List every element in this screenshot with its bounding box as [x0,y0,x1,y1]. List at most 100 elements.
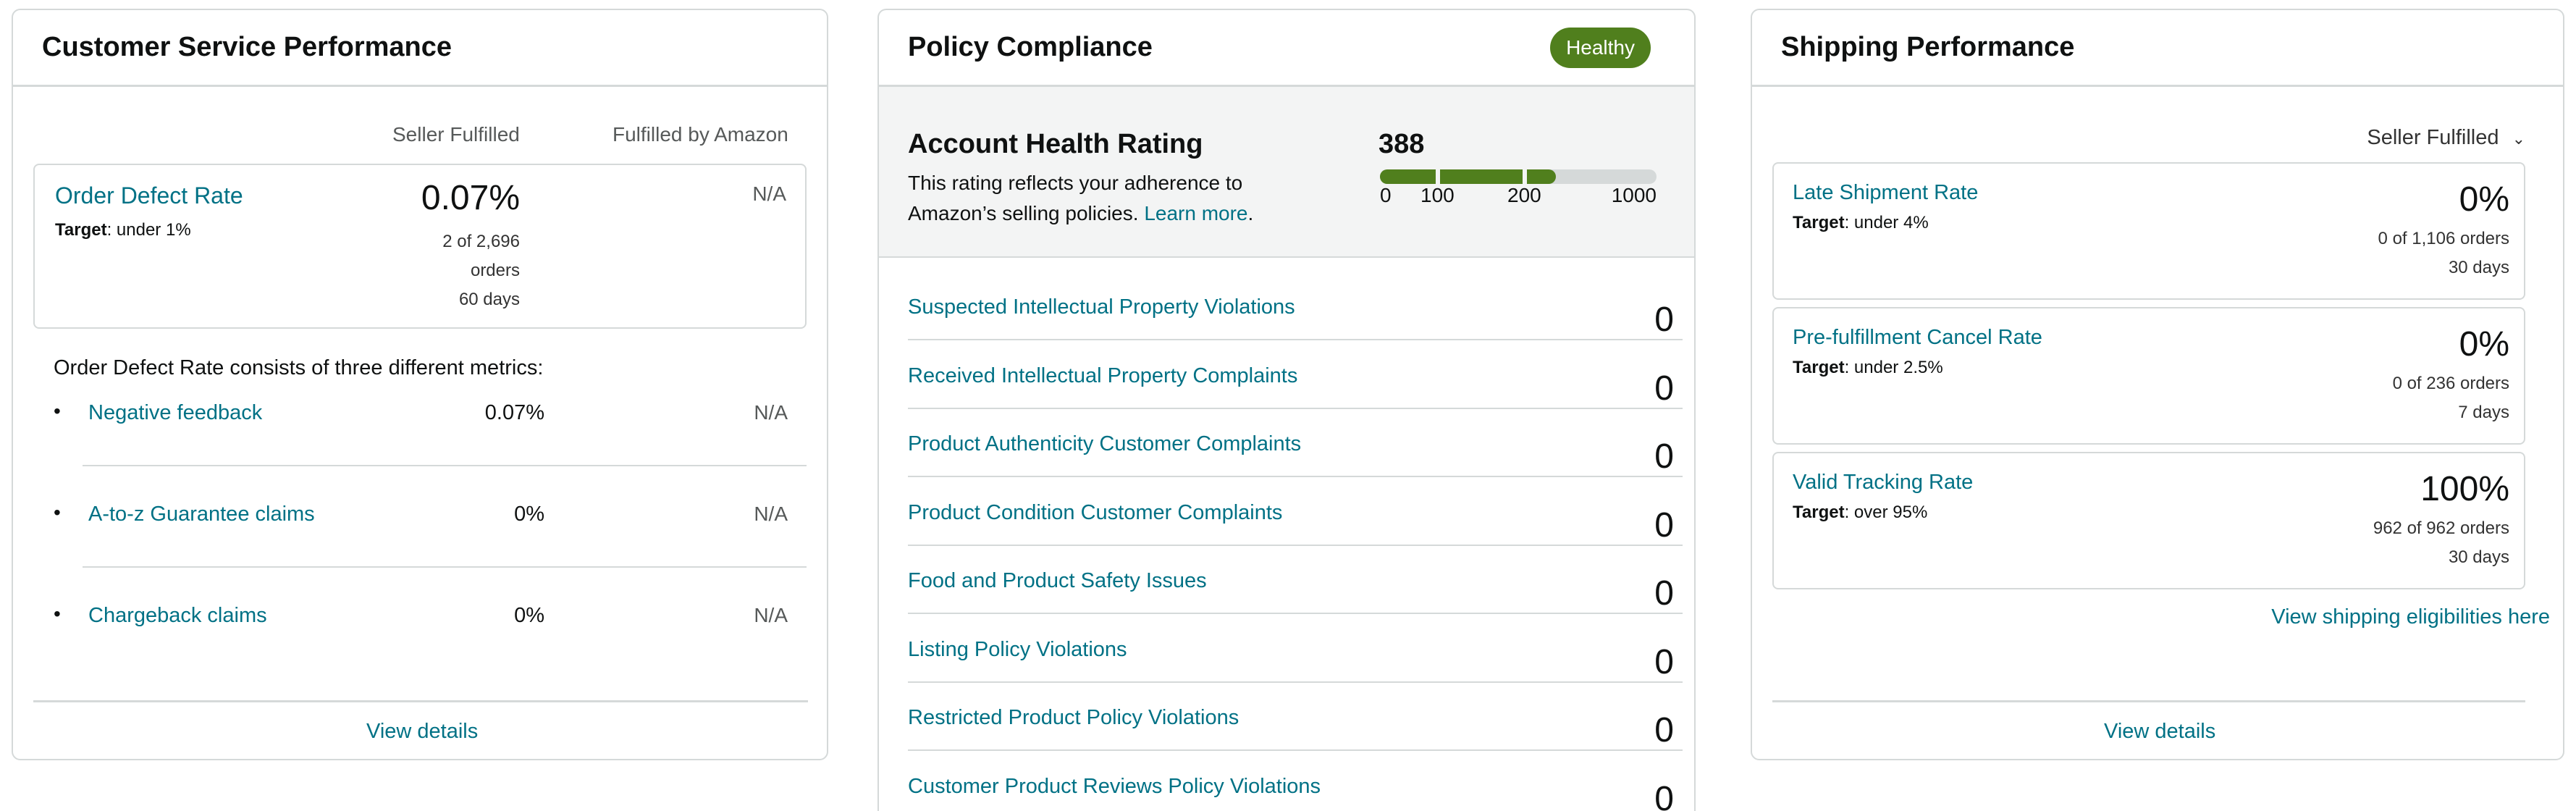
policy-row-count: 0 [1654,711,1674,749]
metric-row-chargeback: • Chargeback claims 0% N/A [54,600,807,643]
shipping-performance-card: Shipping Performance Seller Fulfilled ⌄ … [1751,9,2564,760]
policy-row: Product Authenticity Customer Complaints… [908,409,1683,477]
chargeback-claims-value: 0% [514,604,544,627]
odr-fba-value: N/A [752,182,786,205]
valid-tracking-target-value: : over 95% [1844,503,1928,522]
shipping-view-details-link[interactable]: View details [2104,720,2215,744]
chargeback-claims-link[interactable]: Chargeback claims [88,604,267,628]
ahr-tick-label: 1000 [1611,184,1657,206]
ahr-title: Account Health Rating [908,129,1203,159]
bullet-icon: • [54,501,61,524]
ahr-desc-line1: This rating reflects your adherence to [908,172,1243,194]
policy-row-count: 0 [1654,437,1674,476]
negative-feedback-value: 0.07% [484,401,544,424]
odr-consists-text: Order Defect Rate consists of three diff… [54,356,544,379]
fba-column-header: Fulfilled by Amazon [613,123,788,146]
cancel-rate-value: 0% [2459,325,2509,364]
policy-row: Received Intellectual Property Complaint… [908,341,1683,409]
late-shipment-target-label: Target [1793,213,1845,232]
odr-period: 60 days [458,290,520,309]
metric-row-negative-feedback: • Negative feedback 0.07% N/A [54,397,807,440]
ahr-bar-fill [1380,169,1436,184]
shipping-header: Shipping Performance [1752,10,2563,87]
order-defect-rate-box: Order Defect Rate Target: under 1% 0.07%… [33,164,807,329]
odr-target-value: : under 1% [106,220,191,240]
cancel-rate-count: 0 of 236 orders [2392,374,2509,393]
policy-row-count: 0 [1654,301,1674,339]
atoz-claims-fba: N/A [754,503,788,525]
learn-more-link[interactable]: Learn more [1144,202,1247,224]
account-health-rating-block: Account Health Rating This rating reflec… [879,87,1694,258]
valid-tracking-target-label: Target [1793,503,1845,522]
ahr-desc-period: . [1247,202,1254,224]
atoz-claims-value: 0% [514,503,544,526]
late-shipment-count: 0 of 1,106 orders [2378,229,2509,248]
view-shipping-eligibilities-link[interactable]: View shipping eligibilities here [2271,605,2550,629]
late-shipment-target-value: : under 4% [1844,213,1929,232]
valid-tracking-period: 30 days [2448,547,2509,567]
footer-divider [1772,700,2525,702]
cancel-rate-box: Pre-fulfillment Cancel Rate Target: unde… [1772,307,2525,445]
policy-row-link[interactable]: Product Condition Customer Complaints [908,501,1282,525]
late-shipment-link[interactable]: Late Shipment Rate [1793,181,1978,205]
late-shipment-period: 30 days [2448,258,2509,277]
policy-row-count: 0 [1654,505,1674,545]
odr-unit: orders [470,261,520,280]
ahr-scale-ticks: 0 100 200 1000 [1380,184,1657,213]
ahr-description: This rating reflects your adherence to A… [908,168,1313,229]
metric-divider [83,465,807,466]
fulfillment-dropdown-value: Seller Fulfilled [2367,126,2499,149]
policy-row: Customer Product Reviews Policy Violatio… [908,752,1683,811]
odr-value: 0.07% [421,179,520,217]
customer-service-header: Customer Service Performance [13,10,827,87]
policy-row-link[interactable]: Suspected Intellectual Property Violatio… [908,295,1295,319]
policy-row: Food and Product Safety Issues 0 [908,546,1683,614]
policy-row-link[interactable]: Product Authenticity Customer Complaints [908,432,1301,456]
policy-row: Restricted Product Policy Violations 0 [908,683,1683,751]
atoz-claims-link[interactable]: A-to-z Guarantee claims [88,503,315,526]
fulfillment-dropdown[interactable]: Seller Fulfilled ⌄ [2367,126,2525,150]
ahr-desc-line2: Amazon’s selling policies. [908,202,1139,224]
policy-row-count: 0 [1654,642,1674,681]
valid-tracking-link[interactable]: Valid Tracking Rate [1793,471,1973,495]
ahr-score: 388 [1379,129,1425,159]
negative-feedback-link[interactable]: Negative feedback [88,401,262,425]
shipping-title: Shipping Performance [1781,32,2075,62]
odr-count: 2 of 2,696 [442,232,520,251]
cancel-rate-link[interactable]: Pre-fulfillment Cancel Rate [1793,326,2042,350]
ahr-score-bar [1380,169,1657,184]
policy-compliance-card: Policy Compliance Healthy Account Health… [877,9,1696,811]
cancel-rate-target-label: Target [1793,358,1845,377]
policy-row-link[interactable]: Customer Product Reviews Policy Violatio… [908,775,1321,799]
odr-target: Target: under 1% [55,220,191,240]
bullet-icon: • [54,602,61,625]
negative-feedback-fba: N/A [754,401,788,424]
odr-target-label: Target [55,220,107,240]
footer-divider [33,700,808,702]
ahr-bar-fill [1440,169,1523,184]
late-shipment-target: Target: under 4% [1793,213,1929,233]
cancel-rate-target-value: : under 2.5% [1844,358,1943,377]
customer-service-title: Customer Service Performance [42,32,453,62]
policy-row-link[interactable]: Food and Product Safety Issues [908,569,1207,593]
order-defect-rate-link[interactable]: Order Defect Rate [55,182,243,209]
policy-row-count: 0 [1654,574,1674,613]
policy-row-link[interactable]: Received Intellectual Property Complaint… [908,364,1297,388]
policy-row-link[interactable]: Listing Policy Violations [908,638,1127,662]
customer-service-card: Customer Service Performance Seller Fulf… [12,9,828,760]
policy-row-count: 0 [1654,779,1674,811]
valid-tracking-value: 100% [2420,470,2509,508]
health-status-badge: Healthy [1550,27,1651,68]
ahr-tick-label: 200 [1507,184,1541,206]
valid-tracking-count: 962 of 962 orders [2373,518,2509,538]
policy-row-link[interactable]: Restricted Product Policy Violations [908,706,1239,730]
policy-compliance-title: Policy Compliance [908,32,1153,62]
valid-tracking-box: Valid Tracking Rate Target: over 95% 100… [1772,452,2525,589]
policy-row: Suspected Intellectual Property Violatio… [908,272,1683,340]
policy-row: Product Condition Customer Complaints 0 [908,478,1683,546]
valid-tracking-target: Target: over 95% [1793,503,1927,523]
late-shipment-box: Late Shipment Rate Target: under 4% 0% 0… [1772,162,2525,300]
policy-row-count: 0 [1654,369,1674,408]
policy-row: Listing Policy Violations 0 [908,615,1683,683]
customer-service-view-details-link[interactable]: View details [366,720,478,744]
